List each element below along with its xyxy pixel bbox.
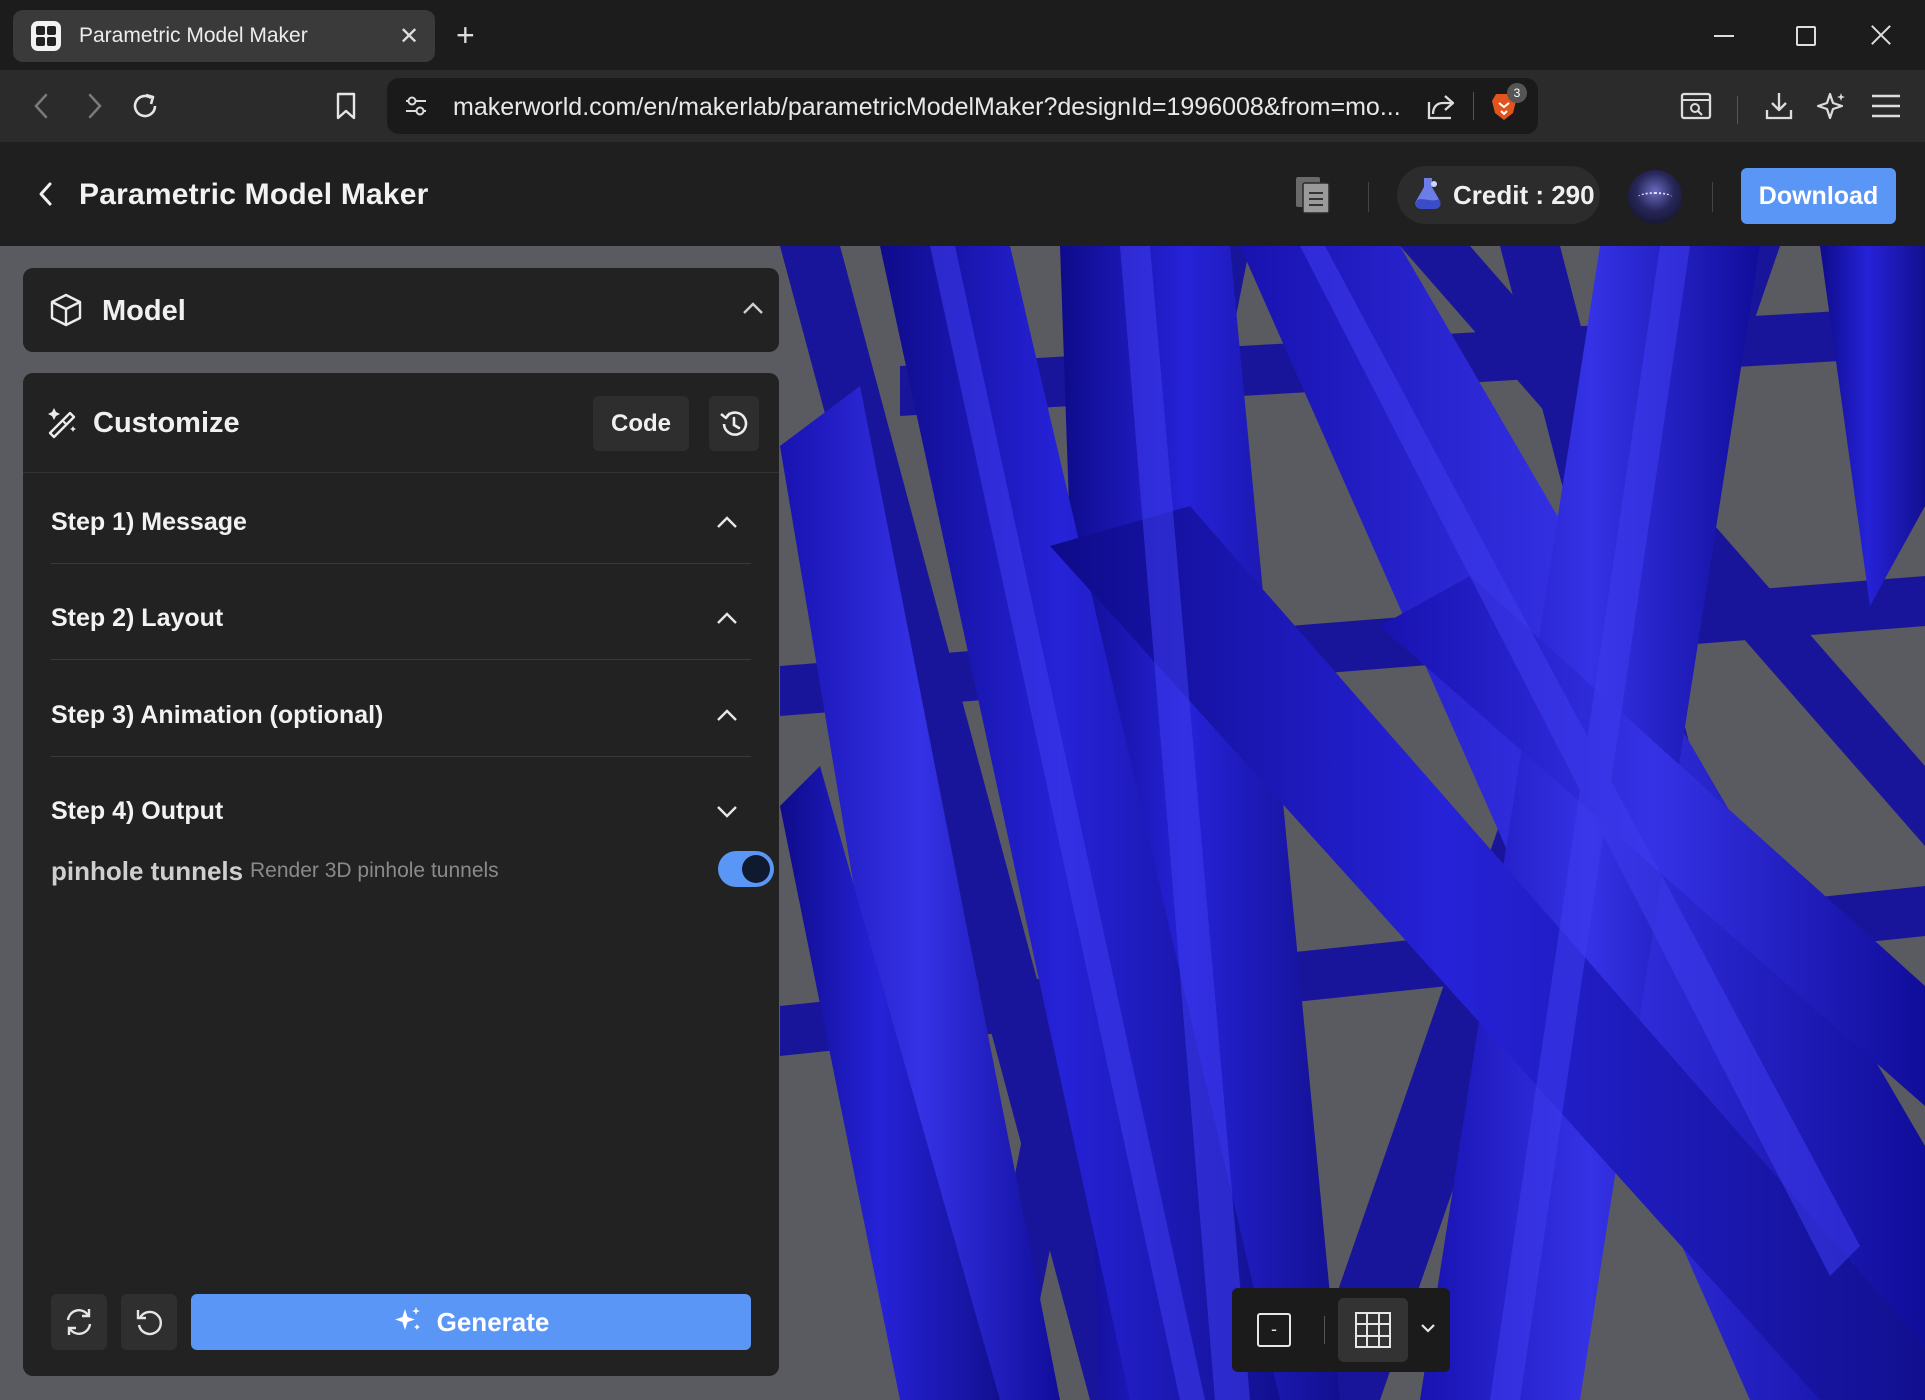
model-panel-title: Model (102, 295, 186, 327)
brave-shields-icon[interactable]: 3 (1487, 83, 1527, 123)
header-divider (1368, 182, 1369, 212)
viewport-controls: - (1232, 1288, 1450, 1372)
reload-icon[interactable] (125, 86, 165, 126)
randomize-button[interactable] (51, 1294, 107, 1350)
maximize-window-icon[interactable] (1790, 20, 1820, 50)
browser-toolbar: makerworld.com/en/makerlab/parametricMod… (0, 70, 1925, 142)
chevron-down-icon[interactable] (1418, 1318, 1438, 1343)
app-header: Parametric Model Maker Credit : 290 Down… (0, 142, 1925, 246)
param-description: Render 3D pinhole tunnels (250, 859, 499, 882)
chevron-up-icon[interactable] (715, 705, 739, 730)
code-button[interactable]: Code (593, 396, 689, 451)
flask-icon (1413, 175, 1443, 216)
share-icon[interactable] (1425, 90, 1457, 127)
shields-count-badge: 3 (1507, 83, 1527, 103)
minimize-window-icon[interactable] (1710, 20, 1740, 50)
credit-badge[interactable]: Credit : 290 (1397, 166, 1600, 224)
site-settings-icon[interactable] (403, 92, 429, 125)
bookmark-icon[interactable] (326, 86, 366, 126)
chevron-up-icon[interactable] (741, 298, 765, 323)
step-label: Step 1) Message (51, 508, 247, 536)
chevron-up-icon[interactable] (715, 608, 739, 633)
step-label: Step 2) Layout (51, 604, 224, 632)
tab-title: Parametric Model Maker (79, 24, 308, 47)
leo-ai-icon[interactable] (1812, 86, 1852, 126)
generate-label: Generate (436, 1306, 550, 1337)
chevron-up-icon[interactable] (715, 512, 739, 537)
reset-button[interactable] (121, 1294, 177, 1350)
step-output[interactable]: Step 4) Output (51, 771, 751, 853)
documents-icon[interactable] (1293, 174, 1333, 221)
page-title: Parametric Model Maker (79, 178, 429, 211)
customize-title: Customize (93, 407, 240, 439)
url-text: makerworld.com/en/makerlab/parametricMod… (453, 93, 1401, 121)
grid-toggle-button[interactable] (1338, 1298, 1408, 1362)
param-name: pinhole tunnels (51, 856, 244, 886)
browser-tab[interactable]: Parametric Model Maker ✕ (13, 10, 435, 62)
step-label: Step 4) Output (51, 797, 224, 825)
new-tab-icon[interactable]: + (456, 17, 475, 53)
download-button[interactable]: Download (1741, 168, 1896, 224)
downloads-icon[interactable] (1759, 86, 1799, 126)
undo-icon (136, 1310, 163, 1336)
panel-footer: Generate (51, 1294, 751, 1350)
generate-button[interactable]: Generate (191, 1294, 751, 1350)
param-pinhole-tunnels: pinhole tunnels Render 3D pinhole tunnel… (51, 848, 774, 892)
forward-icon[interactable] (74, 86, 114, 126)
grid-icon (1355, 1312, 1391, 1348)
urlbar-divider (1473, 92, 1474, 120)
reader-mode-icon[interactable] (1676, 86, 1716, 126)
toolbar-divider (1737, 96, 1738, 124)
step-message[interactable]: Step 1) Message (51, 482, 751, 564)
chevron-down-icon[interactable] (715, 801, 739, 826)
controls-divider (1324, 1316, 1325, 1344)
customize-panel: Customize Code Step 1) Message Step 2) L… (23, 373, 779, 1376)
step-animation[interactable]: Step 3) Animation (optional) (51, 675, 751, 757)
cube-icon (49, 292, 83, 333)
browser-tab-strip: Parametric Model Maker ✕ + (0, 0, 1925, 70)
customize-header: Customize Code (23, 373, 779, 473)
header-divider (1712, 182, 1713, 212)
toggle-knob (742, 855, 770, 883)
menu-icon[interactable] (1866, 86, 1906, 126)
zoom-out-button[interactable]: - (1250, 1306, 1298, 1354)
back-icon[interactable] (22, 86, 62, 126)
minus-label: - (1257, 1313, 1291, 1347)
refresh-icon (66, 1309, 92, 1335)
step-label: Step 3) Animation (optional) (51, 701, 384, 729)
step-layout[interactable]: Step 2) Layout (51, 578, 751, 660)
history-button[interactable] (709, 396, 759, 451)
pinhole-tunnels-toggle[interactable] (718, 851, 774, 887)
close-window-icon[interactable] (1866, 20, 1896, 50)
user-avatar[interactable] (1628, 170, 1682, 224)
history-icon (720, 410, 748, 436)
makerworld-favicon-icon (31, 21, 61, 51)
credit-label: Credit : 290 (1453, 179, 1595, 210)
model-panel[interactable]: Model (23, 268, 779, 352)
address-bar[interactable]: makerworld.com/en/makerlab/parametricMod… (387, 78, 1538, 134)
back-arrow-icon[interactable] (36, 180, 56, 213)
sparkle-icon (393, 1304, 423, 1341)
magic-wand-icon (46, 406, 80, 445)
close-tab-icon[interactable]: ✕ (389, 22, 429, 51)
